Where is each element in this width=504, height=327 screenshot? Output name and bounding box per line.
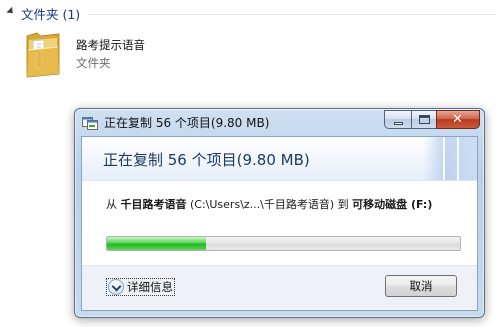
folder-name: 路考提示语音 bbox=[76, 38, 145, 52]
minimize-button[interactable] bbox=[384, 110, 411, 129]
folder-type: 文件夹 bbox=[76, 56, 111, 70]
dialog-footer: 详细信息 取消 bbox=[82, 265, 477, 310]
copy-progress-bar bbox=[106, 236, 461, 251]
more-details-toggle[interactable]: 详细信息 bbox=[106, 278, 175, 296]
minimize-icon bbox=[394, 122, 403, 125]
dialog-titlebar[interactable]: 正在复制 56 个项目(9.80 MB) ✕ bbox=[75, 109, 484, 135]
cancel-button[interactable]: 取消 bbox=[385, 275, 457, 297]
maximize-button[interactable] bbox=[411, 110, 436, 129]
copy-detail-line: 从 千目路考语音 (C:\Users\z...\千目路考语音) 到 可移动磁盘 … bbox=[106, 196, 432, 212]
close-icon: ✕ bbox=[452, 112, 463, 127]
progress-fill bbox=[107, 237, 206, 250]
collapse-arrow-icon[interactable] bbox=[6, 8, 16, 18]
copy-dialog: 正在复制 56 个项目(9.80 MB) ✕ 正在复制 56 个项目(9.80 … bbox=[74, 108, 485, 318]
copy-heading: 正在复制 56 个项目(9.80 MB) bbox=[103, 151, 310, 169]
group-header[interactable]: 文件夹 (1) bbox=[6, 4, 496, 22]
source-name[interactable]: 千目路考语音 bbox=[121, 198, 187, 211]
expand-chevron-icon[interactable] bbox=[108, 279, 124, 295]
close-button[interactable]: ✕ bbox=[436, 110, 480, 129]
folder-icon bbox=[24, 30, 62, 80]
dialog-banner: 正在复制 56 个项目(9.80 MB) bbox=[82, 137, 477, 181]
dialog-client-area: 正在复制 56 个项目(9.80 MB) 从 千目路考语音 (C:\Users\… bbox=[81, 136, 478, 311]
from-label: 从 bbox=[106, 198, 117, 211]
to-label: 到 bbox=[337, 198, 349, 211]
group-title: 文件夹 (1) bbox=[21, 6, 81, 22]
maximize-icon bbox=[419, 115, 430, 124]
dialog-title: 正在复制 56 个项目(9.80 MB) bbox=[104, 115, 270, 130]
more-details-label: 详细信息 bbox=[127, 280, 173, 294]
folder-item[interactable]: 路考提示语音 文件夹 bbox=[24, 30, 184, 84]
banner-decoration bbox=[423, 137, 477, 180]
group-divider bbox=[88, 13, 496, 15]
copy-icon bbox=[82, 115, 98, 130]
source-path: (C:\Users\z...\千目路考语音) bbox=[190, 198, 335, 211]
destination-name[interactable]: 可移动磁盘 (F:) bbox=[352, 198, 432, 211]
